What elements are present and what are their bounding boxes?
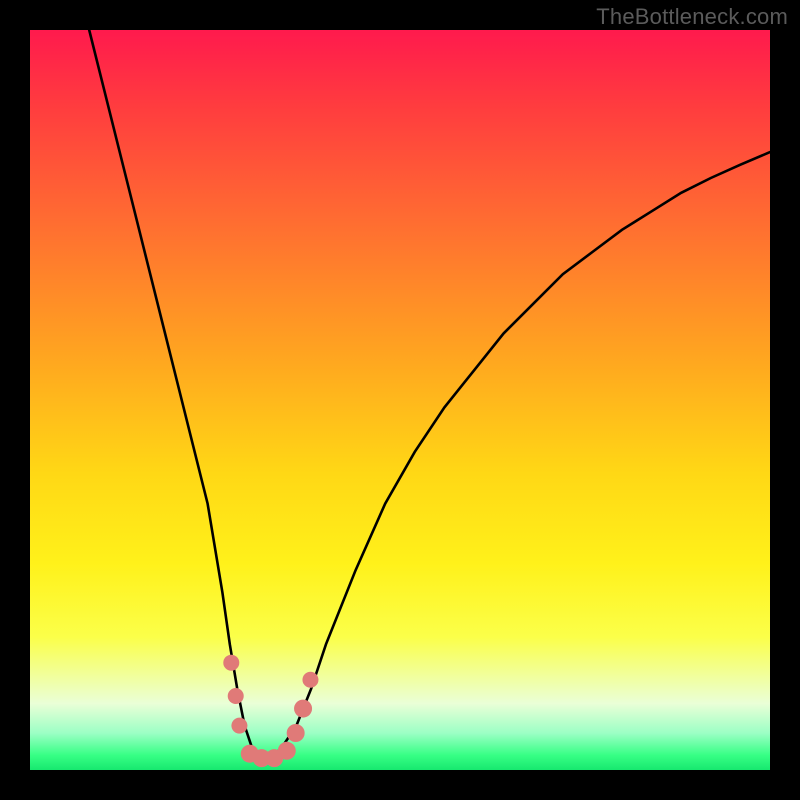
trough-marker <box>228 688 244 704</box>
trough-marker <box>278 742 296 760</box>
trough-marker <box>223 655 239 671</box>
trough-marker <box>231 718 247 734</box>
chart-frame: TheBottleneck.com <box>0 0 800 800</box>
bottleneck-curve <box>89 30 770 755</box>
trough-marker <box>302 672 318 688</box>
chart-svg <box>30 30 770 770</box>
trough-marker <box>287 724 305 742</box>
chart-plot-area <box>30 30 770 770</box>
trough-markers <box>223 655 318 767</box>
trough-marker <box>294 700 312 718</box>
watermark-text: TheBottleneck.com <box>596 4 788 30</box>
